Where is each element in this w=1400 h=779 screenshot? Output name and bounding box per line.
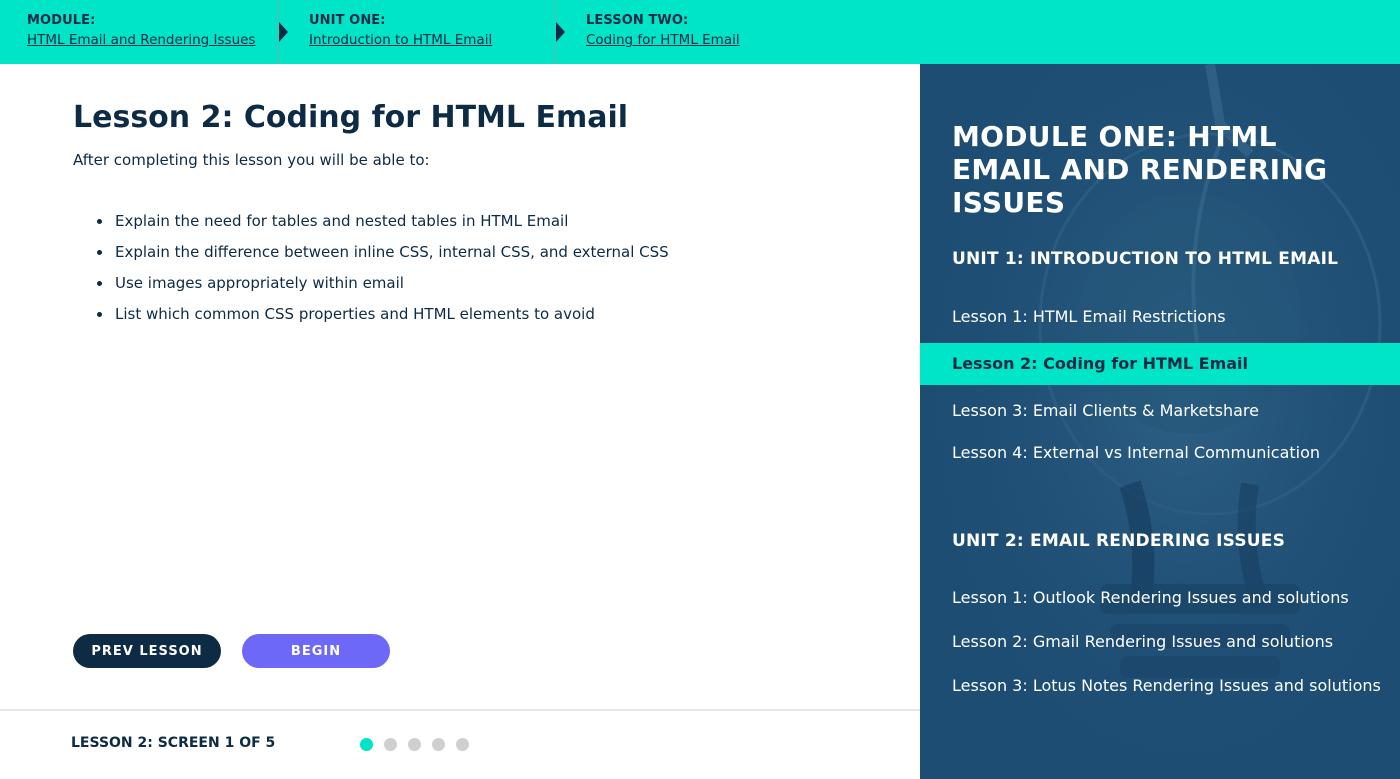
breadcrumb-lesson-label: LESSON TWO: xyxy=(586,13,689,28)
sidebar-lesson-item[interactable]: Lesson 3: Email Clients & Marketshare xyxy=(920,390,1400,432)
screen-dot-5[interactable] xyxy=(456,738,469,751)
begin-button[interactable]: BEGIN xyxy=(242,634,390,668)
screen-dot-3[interactable] xyxy=(408,738,421,751)
breadcrumb-unit: UNIT ONE: Introduction to HTML Email xyxy=(309,0,492,64)
module-title: MODULE ONE: HTML EMAIL AND RENDERING ISS… xyxy=(952,120,1328,219)
page-title: Lesson 2: Coding for HTML Email xyxy=(73,100,629,135)
unit-title: UNIT 2: EMAIL RENDERING ISSUES xyxy=(952,531,1286,551)
objective-item: Explain the difference between inline CS… xyxy=(97,237,669,268)
screen-dot-1[interactable] xyxy=(360,738,373,751)
screen-counter: LESSON 2: SCREEN 1 OF 5 xyxy=(71,735,276,751)
objective-item: List which common CSS properties and HTM… xyxy=(97,299,669,330)
breadcrumb-lesson-link[interactable]: Coding for HTML Email xyxy=(586,29,740,51)
screen-dot-4[interactable] xyxy=(432,738,445,751)
screen-pagination xyxy=(360,738,469,751)
breadcrumb-module: MODULE: HTML Email and Rendering Issues xyxy=(27,0,255,64)
lesson-footer: LESSON 2: SCREEN 1 OF 5 xyxy=(0,709,920,779)
course-sidebar: MODULE ONE: HTML EMAIL AND RENDERING ISS… xyxy=(920,64,1400,779)
breadcrumb-lesson: LESSON TWO: Coding for HTML Email xyxy=(586,0,740,64)
sidebar-lesson-item-active[interactable]: Lesson 2: Coding for HTML Email xyxy=(920,343,1400,385)
breadcrumb-unit-link[interactable]: Introduction to HTML Email xyxy=(309,29,492,51)
sidebar-lesson-item[interactable]: Lesson 2: Gmail Rendering Issues and sol… xyxy=(920,621,1400,663)
objective-item: Use images appropriately within email xyxy=(97,268,669,299)
breadcrumb-unit-label: UNIT ONE: xyxy=(309,13,386,28)
breadcrumb-module-label: MODULE: xyxy=(27,13,96,28)
screen-dot-2[interactable] xyxy=(384,738,397,751)
lesson-content: Lesson 2: Coding for HTML Email After co… xyxy=(0,64,920,779)
objective-item: Explain the need for tables and nested t… xyxy=(97,206,669,237)
sidebar-lesson-item[interactable]: Lesson 1: Outlook Rendering Issues and s… xyxy=(920,577,1400,619)
unit-title: UNIT 1: INTRODUCTION TO HTML EMAIL xyxy=(952,249,1339,269)
chevron-right-icon xyxy=(553,0,565,64)
objectives-list: Explain the need for tables and nested t… xyxy=(97,206,669,330)
sidebar-lesson-item[interactable]: Lesson 1: HTML Email Restrictions xyxy=(920,296,1400,338)
sidebar-lesson-item[interactable]: Lesson 4: External vs Internal Communica… xyxy=(920,432,1400,474)
chevron-right-icon xyxy=(276,0,288,64)
prev-lesson-button[interactable]: PREV LESSON xyxy=(73,634,221,668)
sidebar-lesson-item[interactable]: Lesson 3: Lotus Notes Rendering Issues a… xyxy=(920,665,1400,707)
breadcrumb: MODULE: HTML Email and Rendering Issues … xyxy=(0,0,1400,64)
lesson-intro: After completing this lesson you will be… xyxy=(73,151,430,169)
breadcrumb-module-link[interactable]: HTML Email and Rendering Issues xyxy=(27,29,255,51)
